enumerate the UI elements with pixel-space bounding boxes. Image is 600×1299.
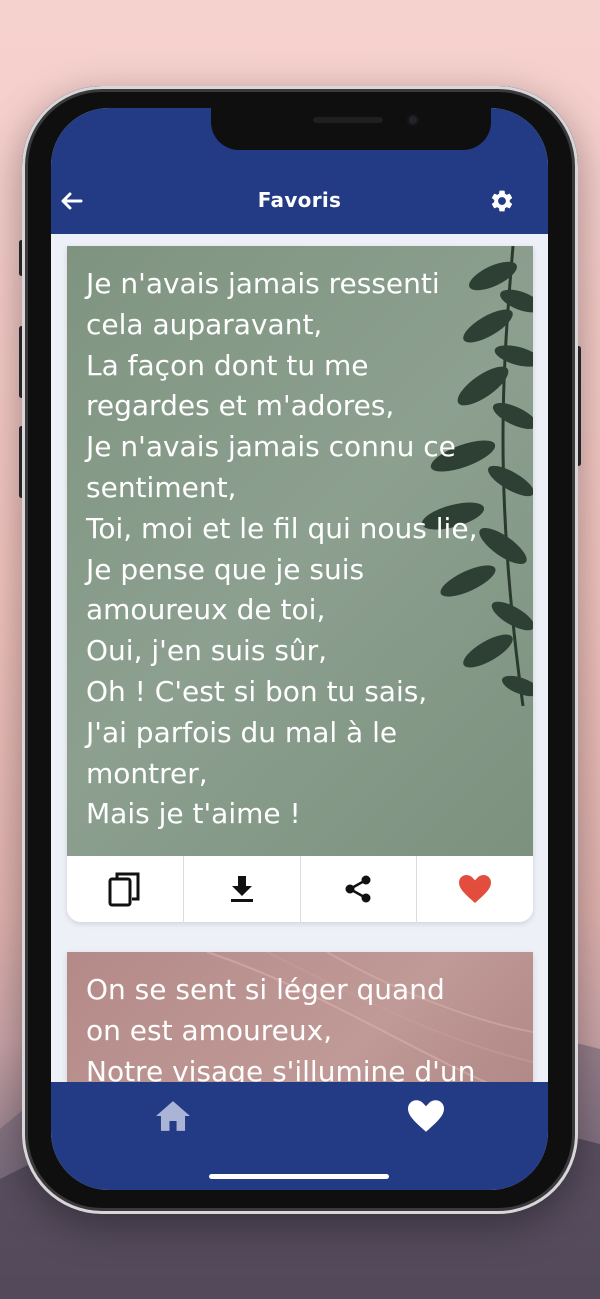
share-icon [345, 875, 371, 903]
home-icon [156, 1101, 190, 1131]
nav-favorites-button[interactable] [406, 1096, 446, 1136]
quote-card: On se sent si léger quand on est amoureu… [67, 952, 533, 1082]
heart-icon [408, 1100, 444, 1132]
notch [211, 108, 491, 150]
download-icon [230, 876, 253, 902]
quote-background-image: Je n'avais jamais ressenti cela auparava… [67, 246, 533, 856]
app-screen: Favoris Je n'avais jamais ressenti cela … [51, 108, 548, 1190]
settings-button[interactable] [487, 186, 517, 216]
share-button[interactable] [301, 856, 418, 922]
quote-background-image: On se sent si léger quand on est amoureu… [67, 952, 533, 1082]
page-title: Favoris [257, 188, 342, 212]
heart-icon [459, 875, 492, 903]
copy-button[interactable] [67, 856, 184, 922]
favorite-button[interactable] [417, 856, 533, 922]
favorites-list[interactable]: Je n'avais jamais ressenti cela auparava… [51, 234, 548, 1082]
quote-actions [67, 856, 533, 922]
bottom-navigation [51, 1082, 548, 1190]
quote-card: Je n'avais jamais ressenti cela auparava… [67, 246, 533, 922]
speaker [313, 117, 383, 123]
gear-icon [491, 190, 513, 212]
nav-home-button[interactable] [153, 1096, 193, 1136]
copy-icon [108, 872, 140, 907]
camera [407, 114, 419, 126]
home-indicator[interactable] [209, 1174, 389, 1179]
quote-text: Je n'avais jamais ressenti cela auparava… [86, 267, 478, 831]
download-button[interactable] [184, 856, 301, 922]
quote-text: On se sent si léger quand on est amoureu… [86, 973, 476, 1082]
